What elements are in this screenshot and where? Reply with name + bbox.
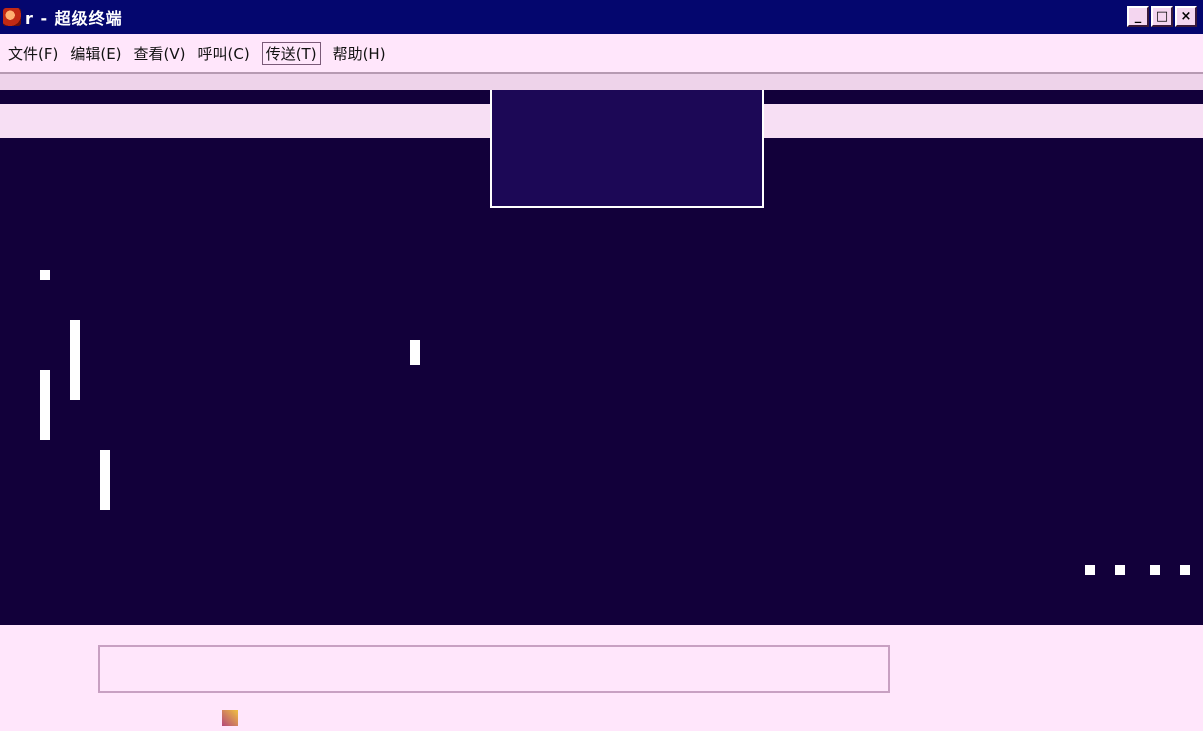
menu-help[interactable]: 帮助(H): [333, 43, 386, 64]
menu-transfer[interactable]: 传送(T): [261, 41, 321, 65]
menu-call[interactable]: 呼叫(C): [198, 43, 250, 64]
terminal-block: [1085, 565, 1095, 575]
terminal-block: [100, 450, 110, 510]
terminal-block: [70, 320, 80, 400]
toolbar: [0, 74, 1203, 90]
menu-edit[interactable]: 编辑(E): [70, 43, 121, 64]
maximize-button[interactable]: □: [1151, 6, 1173, 27]
terminal-block: [410, 340, 420, 365]
close-button[interactable]: ×: [1175, 6, 1197, 27]
terminal-block: [1180, 565, 1190, 575]
terminal-block: [1150, 565, 1160, 575]
terminal-block: [40, 270, 50, 280]
menu-file[interactable]: 文件(F): [8, 43, 58, 64]
terminal-block: [40, 370, 50, 440]
terminal-dialog-box: [490, 90, 764, 208]
status-panel: [98, 645, 890, 693]
terminal-block: [1115, 565, 1125, 575]
hyperterminal-icon[interactable]: [3, 8, 21, 26]
window-controls: _ □ ×: [1127, 6, 1197, 27]
status-indicator-icon: [222, 710, 238, 726]
terminal-screen[interactable]: [0, 90, 1203, 625]
menu-bar: 文件(F) 编辑(E) 查看(V) 呼叫(C) 传送(T) 帮助(H): [0, 34, 1203, 74]
window-title: r - 超级终端: [25, 9, 123, 28]
status-bar: [0, 625, 1203, 731]
title-bar: r - 超级终端 _ □ ×: [0, 0, 1203, 34]
minimize-button[interactable]: _: [1127, 6, 1149, 27]
menu-view[interactable]: 查看(V): [134, 43, 186, 64]
